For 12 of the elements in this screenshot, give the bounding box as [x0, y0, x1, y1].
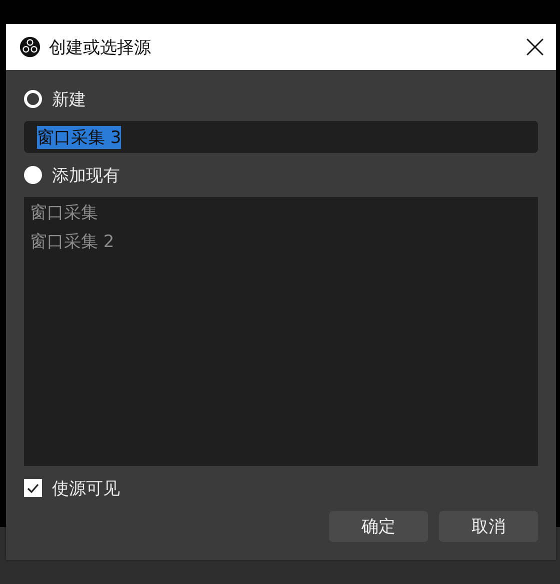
radio-button[interactable]	[24, 166, 42, 184]
dialog-button[interactable]: 取消	[439, 511, 538, 542]
checkbox-label[interactable]: 使源可见	[52, 476, 120, 500]
radio-button[interactable]	[24, 90, 42, 108]
app-logo-icon	[19, 36, 41, 58]
checkbox[interactable]	[24, 479, 42, 497]
dialog-button[interactable]: 确定	[329, 511, 428, 542]
window-title: 创建或选择源	[49, 36, 152, 58]
radio-label[interactable]: 新建	[52, 88, 86, 110]
close-icon[interactable]	[526, 38, 544, 56]
radio-label[interactable]: 添加现有	[52, 164, 120, 186]
name-input-field[interactable]: 窗口采集 3	[24, 121, 538, 153]
